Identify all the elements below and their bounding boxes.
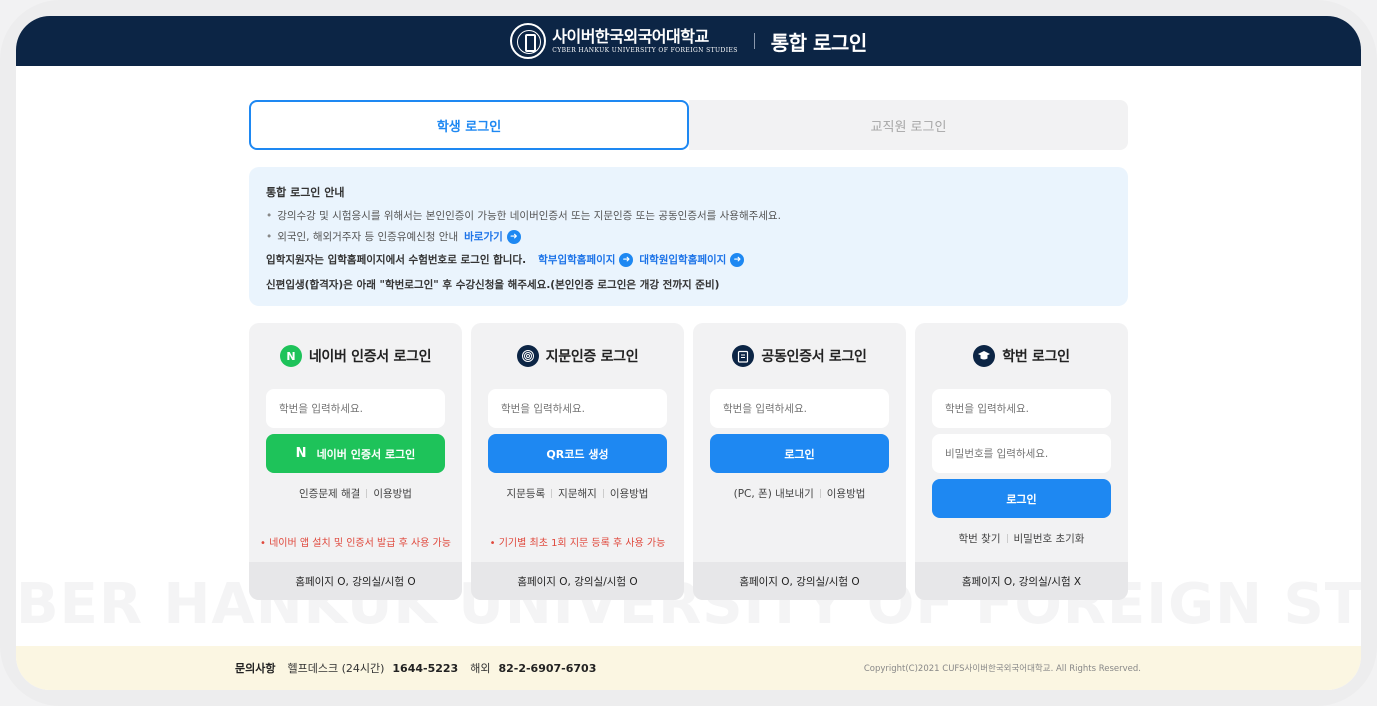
footer-overseas-number: 82-2-6907-6703	[498, 661, 597, 675]
certificate-card-title: 공동인증서 로그인	[693, 323, 906, 389]
fingerprint-icon	[516, 345, 539, 367]
school-name-ko: 사이버한국외국어대학교	[552, 27, 709, 46]
naver-links: 인증문제 해결 이용방법	[249, 486, 462, 501]
naver-card-title-text: 네이버 인증서 로그인	[308, 349, 432, 365]
tab-student-login[interactable]: 학생 로그인	[249, 100, 689, 150]
student-id-card-availability: 홈페이지 O, 강의실/시험 X	[915, 562, 1128, 600]
tab-staff-login[interactable]: 교직원 로그인	[689, 100, 1128, 150]
student-id-links: 학번 찾기 비밀번호 초기화	[915, 531, 1128, 546]
arrow-right-circle-icon: ➜	[730, 252, 745, 267]
school-name: 사이버한국외국어대학교 CYBER HANKUK UNIVERSITY OF F…	[552, 27, 738, 55]
login-tabs: 학생 로그인 교직원 로그인	[249, 100, 1128, 150]
footer-copyright: Copyright(C)2021 CUFS사이버한국외국어대학교. All Ri…	[863, 664, 1141, 674]
certificate-howto-link[interactable]: 이용방법	[827, 486, 866, 501]
deferral-link-label: 바로가기	[464, 231, 503, 243]
certificate-student-id-input[interactable]	[710, 389, 889, 428]
graduation-cap-icon	[973, 345, 996, 367]
naver-n-icon: N	[295, 446, 307, 461]
naver-login-button[interactable]: N 네이버 인증서 로그인	[266, 434, 445, 473]
notice-bullet-1-text: 강의수강 및 시험응시를 위해서는 본인인증이 가능한 네이버인증서 또는 지문…	[277, 210, 781, 222]
footer-helpdesk-number: 1644-5223	[392, 661, 459, 675]
header-divider	[753, 33, 755, 49]
fingerprint-remove-link[interactable]: 지문해지	[558, 486, 597, 501]
arrow-right-circle-icon: ➜	[619, 252, 634, 267]
background-watermark: BER HANKUK UNIVERSITY OF FOREIGN STUDI	[16, 572, 1361, 637]
fingerprint-student-id-input[interactable]	[488, 389, 667, 428]
notice-title: 통합 로그인 안내	[266, 186, 345, 199]
student-id-input[interactable]	[932, 389, 1111, 428]
login-notice: 통합 로그인 안내 강의수강 및 시험응시를 위해서는 본인인증이 가능한 네이…	[249, 167, 1128, 306]
certificate-links: (PC, 폰) 내보내기 이용방법	[693, 486, 906, 501]
notice-applicant-line: 입학지원자는 입학홈페이지에서 수험번호로 로그인 합니다. 학부입학홈페이지 ➜…	[266, 252, 1111, 267]
password-input[interactable]	[932, 434, 1111, 473]
graduation-cap-glyph	[978, 351, 991, 360]
device-frame: 사이버한국외국어대학교 CYBER HANKUK UNIVERSITY OF F…	[0, 0, 1377, 706]
fingerprint-card-title-text: 지문인증 로그인	[545, 349, 639, 365]
fingerprint-register-link[interactable]: 지문등록	[507, 486, 546, 501]
grad-admission-label: 대학원입학홈페이지	[639, 254, 727, 266]
undergrad-admission-label: 학부입학홈페이지	[538, 254, 616, 266]
page-title: 통합 로그인	[770, 30, 867, 55]
student-id-card-title-text: 학번 로그인	[1002, 349, 1070, 365]
school-name-en: CYBER HANKUK UNIVERSITY OF FOREIGN STUDI…	[552, 47, 738, 54]
link-separator	[366, 489, 368, 498]
school-logo[interactable]: 사이버한국외국어대학교 CYBER HANKUK UNIVERSITY OF F…	[510, 23, 737, 59]
naver-n-icon: N	[279, 345, 302, 367]
link-separator	[819, 489, 821, 498]
fingerprint-links: 지문등록 지문해지 이용방법	[471, 486, 684, 501]
certificate-login-card: 공동인증서 로그인 로그인 (PC, 폰) 내보내기 이용방법 홈페이지 O, …	[693, 323, 906, 600]
certificate-card-availability: 홈페이지 O, 강의실/시험 O	[693, 562, 906, 600]
header-bar: 사이버한국외국어대학교 CYBER HANKUK UNIVERSITY OF F…	[16, 16, 1361, 66]
fingerprint-login-card: 지문인증 로그인 QR코드 생성 지문등록 지문해지 이용방법 • 기기별 최초…	[471, 323, 684, 600]
naver-card-availability: 홈페이지 O, 강의실/시험 O	[249, 562, 462, 600]
deferral-link[interactable]: 바로가기 ➜	[464, 229, 521, 244]
notice-bullet-2-text: 외국인, 해외거주자 등 인증유예신청 안내	[277, 231, 459, 243]
qr-code-button[interactable]: QR코드 생성	[488, 434, 667, 473]
arrow-right-circle-icon: ➜	[506, 229, 521, 244]
footer-helpdesk-label: 헬프데스크 (24시간)	[287, 662, 385, 675]
fingerprint-glyph	[521, 350, 534, 362]
screen: 사이버한국외국어대학교 CYBER HANKUK UNIVERSITY OF F…	[16, 16, 1361, 690]
naver-troubleshoot-link[interactable]: 인증문제 해결	[299, 486, 360, 501]
certificate-export-link[interactable]: (PC, 폰) 내보내기	[734, 486, 814, 501]
link-separator	[602, 489, 604, 498]
naver-howto-link[interactable]: 이용방법	[373, 486, 412, 501]
student-id-login-button[interactable]: 로그인	[932, 479, 1111, 518]
link-separator	[1006, 534, 1008, 543]
certificate-card-title-text: 공동인증서 로그인	[761, 349, 867, 365]
footer-contact-label: 문의사항	[235, 662, 276, 675]
fingerprint-howto-link[interactable]: 이용방법	[610, 486, 649, 501]
naver-card-title: N 네이버 인증서 로그인	[249, 323, 462, 389]
footer: 문의사항 헬프데스크 (24시간) 1644-5223 해외 82-2-6907…	[16, 646, 1361, 690]
notice-freshman-line: 신편입생(합격자)은 아래 "학번로그인" 후 수강신청을 해주세요.(본인인증…	[266, 279, 720, 291]
naver-warning: • 네이버 앱 설치 및 인증서 발급 후 사용 가능	[260, 538, 451, 549]
fingerprint-warning: • 기기별 최초 1회 지문 등록 후 사용 가능	[489, 538, 666, 549]
notice-bullet-1: 강의수강 및 시험응시를 위해서는 본인인증이 가능한 네이버인증서 또는 지문…	[266, 208, 1111, 223]
school-seal-icon	[510, 23, 547, 59]
naver-student-id-input[interactable]	[266, 389, 445, 428]
undergrad-admission-link[interactable]: 학부입학홈페이지 ➜	[538, 252, 634, 267]
certificate-icon	[732, 345, 755, 367]
grad-admission-link[interactable]: 대학원입학홈페이지 ➜	[639, 252, 745, 267]
certificate-login-button[interactable]: 로그인	[710, 434, 889, 473]
link-separator	[551, 489, 553, 498]
naver-login-card: N 네이버 인증서 로그인 N 네이버 인증서 로그인 인증문제 해결 이용방법…	[249, 323, 462, 600]
student-id-card-title: 학번 로그인	[915, 323, 1128, 389]
footer-overseas-label: 해외	[470, 662, 491, 675]
reset-password-link[interactable]: 비밀번호 초기화	[1014, 531, 1085, 546]
fingerprint-card-title: 지문인증 로그인	[471, 323, 684, 389]
footer-contact: 문의사항 헬프데스크 (24시간) 1644-5223 해외 82-2-6907…	[235, 660, 608, 676]
fingerprint-card-availability: 홈페이지 O, 강의실/시험 O	[471, 562, 684, 600]
find-student-id-link[interactable]: 학번 찾기	[959, 531, 1001, 546]
notice-bullet-2: 외국인, 해외거주자 등 인증유예신청 안내 바로가기➜	[266, 229, 1111, 244]
certificate-glyph	[738, 350, 749, 363]
notice-applicant-text: 입학지원자는 입학홈페이지에서 수험번호로 로그인 합니다.	[266, 254, 527, 266]
student-id-login-card: 학번 로그인 로그인 학번 찾기 비밀번호 초기화 홈페이지 O, 강의실/시험…	[915, 323, 1128, 600]
naver-login-button-label: 네이버 인증서 로그인	[316, 447, 416, 461]
